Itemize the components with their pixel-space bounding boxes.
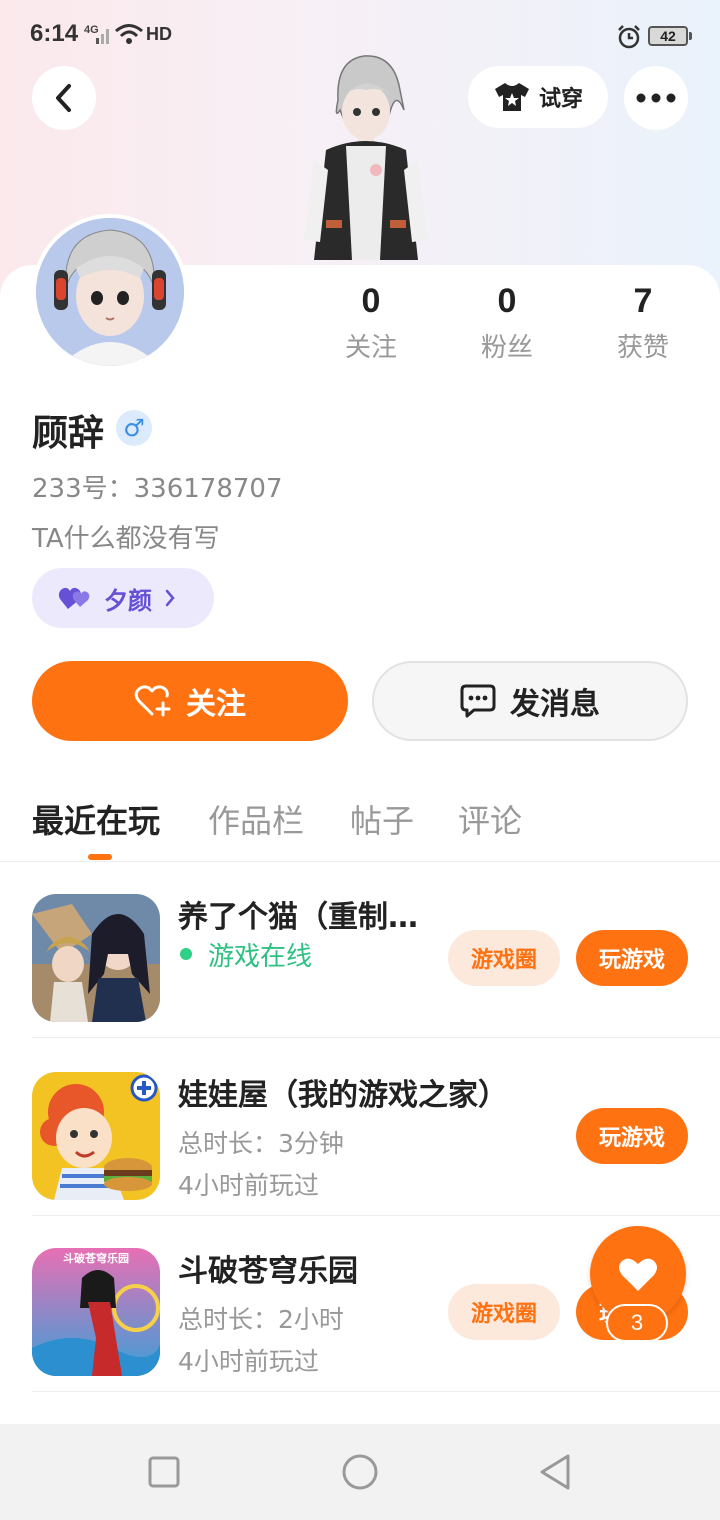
back-button[interactable] bbox=[32, 66, 96, 130]
double-heart-icon bbox=[58, 587, 90, 609]
try-on-label: 试穿 bbox=[538, 87, 583, 112]
online-status-dot bbox=[180, 948, 192, 960]
game-icon-doll-house bbox=[32, 1072, 160, 1200]
play-game-button[interactable]: 玩游戏 bbox=[576, 930, 688, 986]
relationship-tag[interactable]: 夕颜 bbox=[32, 568, 214, 628]
game-circle-button[interactable]: 游戏圈 bbox=[448, 1284, 560, 1340]
like-count-badge: 3 bbox=[606, 1304, 668, 1342]
more-dots-icon bbox=[636, 93, 676, 103]
game-icon-doupo: 斗破苍穹乐园 bbox=[32, 1248, 160, 1376]
game-duration: 总时长：2小时 bbox=[178, 1305, 344, 1334]
game-online-status: 游戏在线 bbox=[208, 942, 313, 972]
stat-followers-label: 粉丝 bbox=[480, 333, 533, 363]
chevron-left-icon bbox=[56, 84, 71, 112]
relationship-tag-label: 夕颜 bbox=[104, 586, 152, 615]
system-navigation-bar bbox=[0, 1424, 720, 1520]
stat-following[interactable]: 0 关注 bbox=[316, 282, 426, 364]
user-name: 顾辞 bbox=[32, 413, 105, 454]
game-circle-button[interactable]: 游戏圈 bbox=[448, 930, 560, 986]
user-id: 233号：336178707 bbox=[32, 474, 283, 504]
user-bio: TA什么都没有写 bbox=[32, 524, 220, 554]
follow-button-label: 关注 bbox=[186, 687, 246, 722]
more-options-button[interactable] bbox=[624, 66, 688, 130]
stat-likes[interactable]: 7 获赞 bbox=[588, 282, 698, 364]
avatar-image bbox=[36, 218, 184, 366]
game-row[interactable]: 养了个猫（重制版） 游戏在线 游戏圈 玩游戏 bbox=[0, 862, 720, 1038]
game-title: 娃娃屋（我的游戏之家） bbox=[178, 1078, 508, 1113]
wifi-icon bbox=[115, 24, 143, 44]
game-title: 养了个猫（重制版） bbox=[178, 900, 428, 935]
signal-icon bbox=[96, 29, 109, 44]
game-last-played: 4小时前玩过 bbox=[178, 1347, 319, 1376]
stat-following-count: 0 bbox=[361, 282, 381, 320]
tab-comments[interactable]: 评论 bbox=[458, 796, 522, 842]
tab-posts[interactable]: 帖子 bbox=[350, 796, 414, 842]
heart-icon bbox=[619, 1258, 657, 1291]
stat-following-label: 关注 bbox=[344, 333, 397, 363]
row-divider bbox=[32, 1037, 720, 1038]
hd-indicator: HD bbox=[146, 24, 172, 44]
home-icon[interactable] bbox=[340, 1452, 380, 1492]
game-icon-cat bbox=[32, 894, 160, 1022]
tshirt-icon bbox=[494, 83, 529, 111]
send-message-label: 发消息 bbox=[510, 687, 600, 722]
avatar-character-figure bbox=[304, 55, 428, 260]
heart-plus-icon bbox=[134, 685, 171, 717]
game-icon-image bbox=[32, 1072, 160, 1200]
send-message-button[interactable]: 发消息 bbox=[372, 661, 688, 741]
back-triangle-icon[interactable] bbox=[536, 1452, 576, 1492]
tab-works[interactable]: 作品栏 bbox=[208, 796, 304, 842]
tab-indicator bbox=[88, 854, 112, 860]
chevron-right-icon bbox=[165, 589, 175, 607]
game-icon-image bbox=[32, 894, 160, 1022]
chat-bubble-icon bbox=[460, 684, 496, 718]
stat-followers[interactable]: 0 粉丝 bbox=[452, 282, 562, 364]
game-duration: 总时长：3分钟 bbox=[178, 1129, 344, 1158]
row-divider bbox=[32, 1391, 720, 1392]
stat-likes-label: 获赞 bbox=[616, 333, 669, 363]
stat-likes-count: 7 bbox=[633, 282, 653, 320]
try-on-button[interactable]: 试穿 bbox=[468, 66, 608, 128]
battery-indicator: 42 bbox=[648, 26, 692, 46]
recent-apps-icon[interactable] bbox=[144, 1452, 184, 1492]
game-title: 斗破苍穹乐园 bbox=[178, 1254, 358, 1289]
avatar[interactable] bbox=[32, 214, 188, 370]
game-last-played: 4小时前玩过 bbox=[178, 1171, 319, 1200]
game-row[interactable]: 娃娃屋（我的游戏之家） 总时长：3分钟 4小时前玩过 玩游戏 bbox=[0, 1040, 720, 1216]
alarm-icon bbox=[618, 25, 640, 49]
male-gender-icon: ♂ bbox=[116, 410, 152, 446]
game-icon-image: 斗破苍穹乐园 bbox=[32, 1248, 160, 1376]
tab-recently-played[interactable]: 最近在玩 bbox=[32, 796, 160, 842]
game-icon-text: 斗破苍穹乐园 bbox=[63, 1251, 129, 1265]
stat-followers-count: 0 bbox=[497, 282, 517, 320]
follow-button[interactable]: 关注 bbox=[32, 661, 348, 741]
play-game-button[interactable]: 玩游戏 bbox=[576, 1108, 688, 1164]
status-time: 6:14 bbox=[30, 20, 79, 47]
